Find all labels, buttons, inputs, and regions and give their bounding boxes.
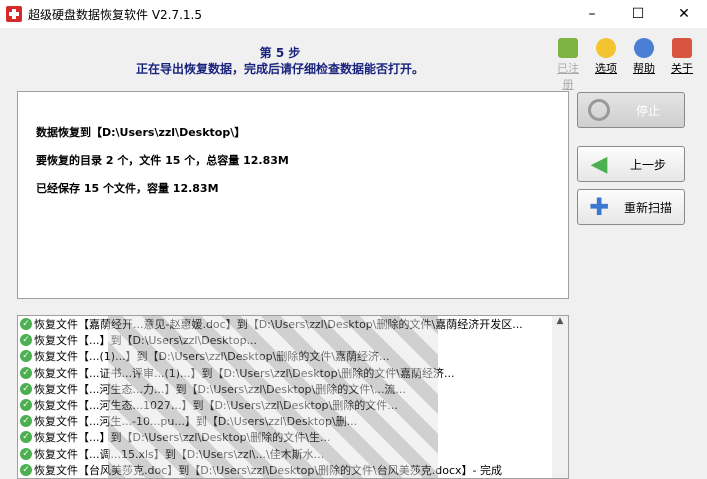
vertical-scrollbar[interactable]: ▲ [552, 316, 568, 478]
check-icon: ✓ [20, 382, 32, 395]
check-icon: ✓ [20, 350, 32, 363]
registered-label: 已注册 [557, 62, 579, 91]
check-icon: ✓ [20, 463, 32, 476]
check-icon: ✓ [20, 415, 32, 428]
stop-label: 停止 [635, 103, 660, 118]
gear-icon [596, 38, 616, 58]
stop-icon [586, 98, 612, 122]
help-label: 帮助 [633, 62, 655, 75]
check-icon: ✓ [20, 366, 32, 379]
help-icon [634, 38, 654, 58]
saved-text: 已经保存 15 个文件，容量 12.83M [36, 182, 219, 195]
rescan-label: 重新扫描 [623, 200, 672, 215]
back-button[interactable]: ◀ 上一步 [577, 146, 685, 182]
cart-check-icon [558, 38, 578, 58]
scroll-up-icon[interactable]: ▲ [552, 316, 568, 326]
back-label: 上一步 [629, 157, 666, 172]
check-icon: ✓ [20, 399, 32, 412]
destination-text: 数据恢复到【D:\Users\zzl\Desktop\】 [36, 126, 246, 139]
step-title: 第 5 步 [259, 46, 301, 60]
step-subtitle: 正在导出恢复数据，完成后请仔细检查数据能否打开。 [135, 62, 424, 76]
home-icon [672, 38, 692, 58]
app-icon [6, 6, 22, 22]
rescan-button[interactable]: ✚ 重新扫描 [577, 189, 685, 225]
about-label: 关于 [671, 62, 693, 75]
check-icon: ✓ [20, 318, 32, 331]
status-panel: 数据恢复到【D:\Users\zzl\Desktop\】 要恢复的目录 2 个，… [17, 91, 569, 299]
plus-icon: ✚ [588, 193, 610, 221]
about-link[interactable]: 关于 [666, 38, 698, 92]
recovery-log-list[interactable]: ✓恢复文件【嘉荫经开...意见-赵惠媛.doc】到【D:\Users\zzl\D… [17, 315, 569, 479]
registered-link[interactable]: 已注册 [552, 38, 584, 92]
main-area: 第 5 步 正在导出恢复数据，完成后请仔细检查数据能否打开。 已注册 选项 帮助… [0, 28, 707, 479]
minimize-button[interactable]: – [569, 0, 615, 28]
close-button[interactable]: ✕ [661, 0, 707, 28]
maximize-button[interactable]: ☐ [615, 0, 661, 28]
title-bar: 超级硬盘数据恢复软件 V2.7.1.5 – ☐ ✕ [0, 0, 707, 28]
options-link[interactable]: 选项 [590, 38, 622, 92]
check-icon: ✓ [20, 447, 32, 460]
options-label: 选项 [595, 62, 617, 75]
stop-button[interactable]: 停止 [577, 92, 685, 128]
window-title: 超级硬盘数据恢复软件 V2.7.1.5 [28, 7, 203, 22]
check-icon: ✓ [20, 431, 32, 444]
arrow-left-icon: ◀ [590, 151, 608, 177]
check-icon: ✓ [20, 334, 32, 347]
help-link[interactable]: 帮助 [628, 38, 660, 92]
redaction-overlay [108, 316, 438, 478]
summary-text: 要恢复的目录 2 个，文件 15 个，总容量 12.83M [36, 154, 289, 167]
